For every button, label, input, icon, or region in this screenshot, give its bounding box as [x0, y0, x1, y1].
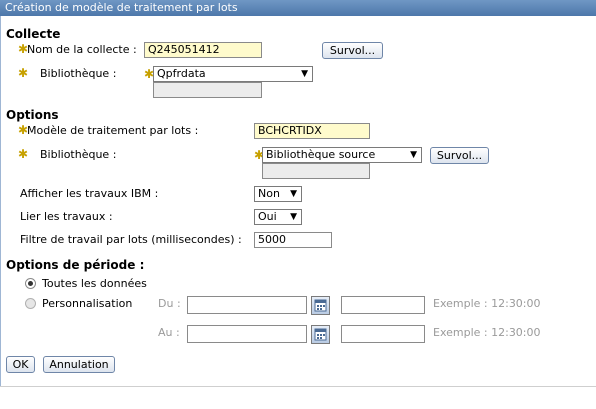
to-time-input[interactable]	[341, 325, 425, 343]
to-time-example: Exemple : 12:30:00	[433, 326, 541, 339]
section-collecte-heading: Collecte	[6, 27, 61, 41]
show-ibm-jobs-select[interactable]: Non ▼	[254, 186, 302, 202]
dropdown-arrow-icon: ▼	[290, 189, 297, 199]
collection-name-label: Nom de la collecte :	[27, 43, 137, 56]
to-calendar-icon[interactable]	[311, 325, 330, 344]
from-date-input[interactable]	[187, 296, 307, 314]
options-library-label: Bibliothèque :	[40, 148, 117, 161]
from-calendar-icon[interactable]	[311, 296, 330, 315]
batch-model-label: Modèle de traitement par lots :	[27, 124, 199, 137]
batch-model-input[interactable]: BCHCRTIDX	[254, 123, 370, 139]
required-asterisk-icon: ✱	[18, 147, 29, 161]
batch-filter-input[interactable]: 5000	[254, 232, 332, 248]
options-library-select[interactable]: Bibliothèque source ▼	[262, 147, 422, 163]
to-date-input[interactable]	[187, 325, 307, 343]
from-time-input[interactable]	[341, 296, 425, 314]
show-ibm-jobs-value: Non	[258, 187, 280, 200]
collection-browse-button[interactable]: Survol...	[322, 42, 383, 59]
dropdown-arrow-icon: ▼	[290, 212, 297, 222]
collection-library-value: Qpfrdata	[157, 67, 206, 80]
section-options-heading: Options	[6, 108, 59, 122]
all-data-label: Toutes les données	[42, 277, 147, 290]
collection-library-entry[interactable]	[153, 82, 262, 98]
window-title: Création de modèle de traitement par lot…	[0, 0, 596, 16]
from-label: Du :	[158, 297, 181, 310]
dropdown-arrow-icon: ▼	[301, 69, 308, 79]
collection-library-label: Bibliothèque :	[40, 67, 117, 80]
section-period-heading: Options de période :	[6, 258, 145, 272]
batch-filter-label: Filtre de travail par lots (milliseconde…	[20, 233, 242, 246]
custom-radio[interactable]	[25, 298, 36, 309]
from-time-example: Exemple : 12:30:00	[433, 297, 541, 310]
options-browse-button[interactable]: Survol...	[430, 147, 489, 164]
to-label: Au :	[158, 326, 180, 339]
cancel-button[interactable]: Annulation	[43, 356, 115, 373]
link-jobs-label: Lier les travaux :	[20, 210, 113, 223]
ok-button[interactable]: OK	[6, 356, 35, 373]
frame-border	[0, 16, 1, 386]
collection-library-select[interactable]: Qpfrdata ▼	[153, 66, 313, 82]
custom-label: Personnalisation	[42, 297, 133, 310]
options-library-entry[interactable]	[262, 163, 370, 179]
collection-name-input[interactable]: Q245051412	[144, 42, 262, 58]
dropdown-arrow-icon: ▼	[410, 150, 417, 160]
link-jobs-value: Oui	[258, 210, 277, 223]
bottom-divider	[0, 386, 596, 387]
all-data-radio[interactable]	[25, 278, 36, 289]
options-library-value: Bibliothèque source	[266, 148, 376, 161]
show-ibm-jobs-label: Afficher les travaux IBM :	[20, 187, 159, 200]
required-asterisk-icon: ✱	[18, 66, 29, 80]
link-jobs-select[interactable]: Oui ▼	[254, 209, 302, 225]
